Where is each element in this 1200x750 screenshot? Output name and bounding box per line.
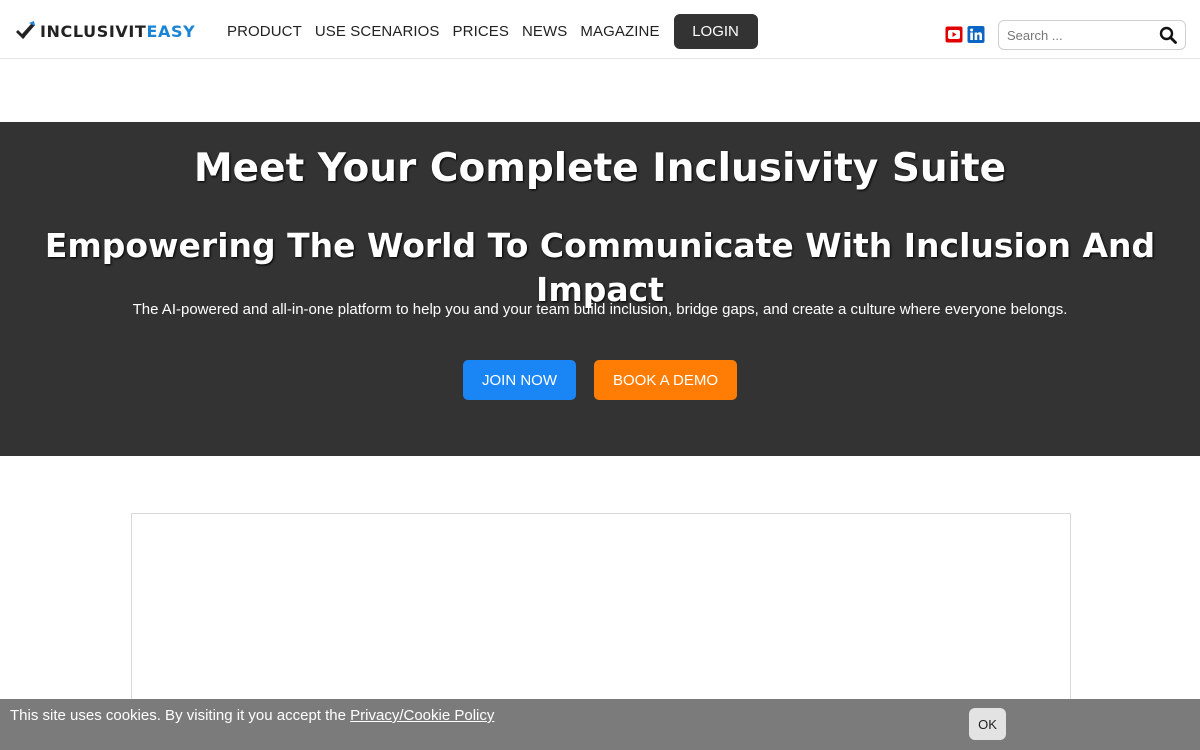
nav-item-magazine[interactable]: MAGAZINE [580, 23, 659, 40]
cookie-text: This site uses cookies. By visiting it y… [10, 707, 351, 724]
hero-section: Meet Your Complete Inclusivity Suite Emp… [0, 122, 1200, 456]
hero-description: The AI-powered and all-in-one platform t… [132, 301, 1068, 318]
nav-item-prices[interactable]: PRICES [453, 23, 509, 40]
hero-title: Meet Your Complete Inclusivity Suite [193, 146, 1007, 191]
search-input[interactable] [999, 21, 1155, 49]
nav-item-product[interactable]: PRODUCT [227, 23, 302, 40]
cookie-banner: This site uses cookies. By visiting it y… [0, 699, 1200, 750]
brand-name-accent: EASY [146, 21, 196, 41]
book-demo-button[interactable]: BOOK A DEMO [594, 360, 737, 400]
cookie-message: This site uses cookies. By visiting it y… [10, 707, 494, 724]
youtube-icon[interactable] [945, 26, 963, 43]
search-icon[interactable] [1159, 26, 1177, 44]
nav-item-news[interactable]: NEWS [522, 23, 567, 40]
site-header: INCLUSIVITEASY PRODUCT USE SCENARIOS PRI… [0, 0, 1200, 59]
social-links [945, 26, 989, 43]
brand-name-main: INCLUSIVIT [40, 21, 147, 41]
join-now-button[interactable]: JOIN NOW [463, 360, 576, 400]
search-box [998, 20, 1186, 50]
cta-row: JOIN NOW BOOK A DEMO [0, 360, 1200, 400]
brand-name: INCLUSIVITEASY [40, 22, 195, 41]
linkedin-icon[interactable] [967, 26, 985, 43]
login-button[interactable]: LOGIN [673, 14, 758, 49]
checkmark-logo-icon [16, 21, 35, 39]
hero-subtitle: Empowering The World To Communicate With… [44, 226, 1156, 309]
brand-logo[interactable]: INCLUSIVITEASY [14, 20, 195, 42]
privacy-policy-link[interactable]: Privacy/Cookie Policy [350, 707, 494, 724]
main-nav: PRODUCT USE SCENARIOS PRICES NEWS MAGAZI… [227, 14, 758, 49]
nav-item-use-scenarios[interactable]: USE SCENARIOS [315, 23, 440, 40]
cookie-ok-button[interactable]: OK [969, 708, 1006, 740]
